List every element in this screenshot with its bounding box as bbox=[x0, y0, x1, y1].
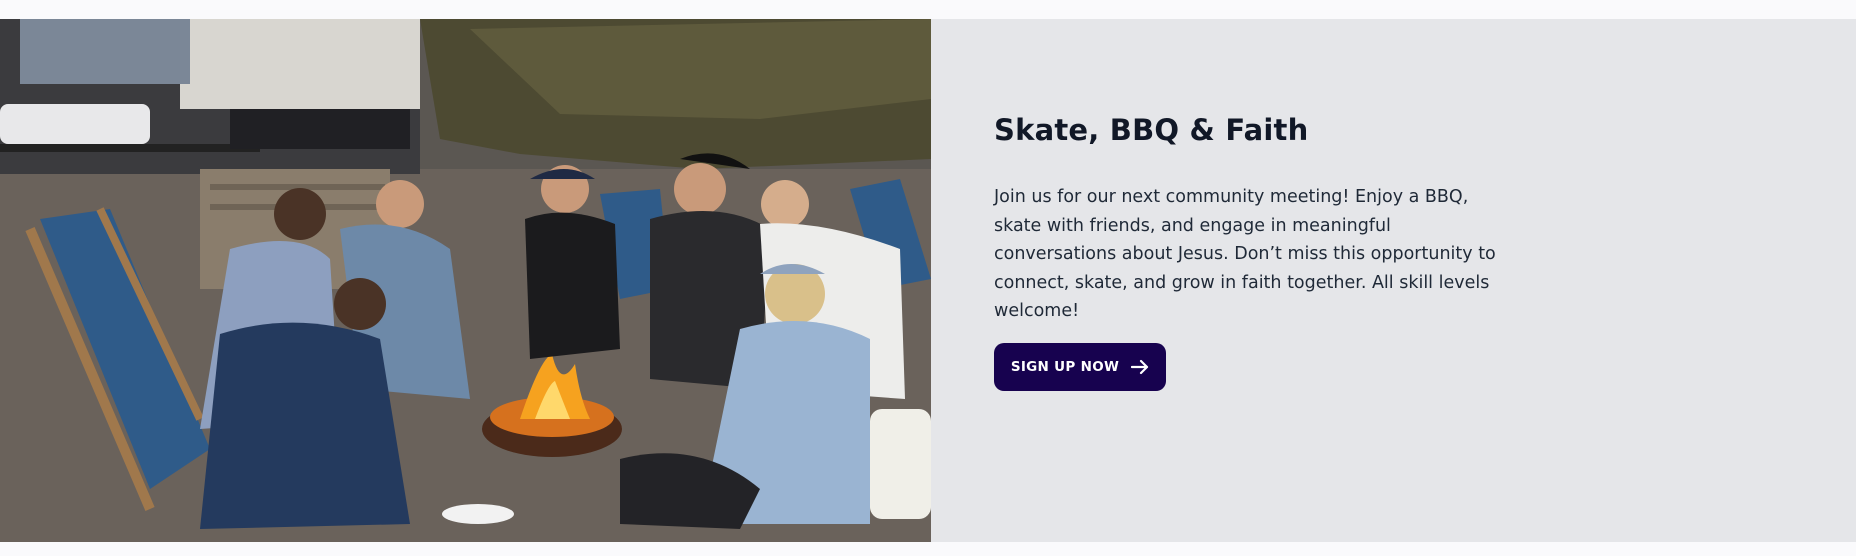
arrow-right-icon bbox=[1131, 359, 1149, 375]
event-promo-section: Skate, BBQ & Faith Join us for our next … bbox=[0, 19, 1856, 542]
event-details-panel: Skate, BBQ & Faith Join us for our next … bbox=[931, 19, 1856, 542]
event-description: Join us for our next community meeting! … bbox=[994, 187, 1496, 321]
campfire-group-image bbox=[0, 19, 931, 542]
sign-up-button-label: SIGN UP NOW bbox=[1010, 359, 1120, 375]
event-title: Skate, BBQ & Faith bbox=[994, 113, 1309, 147]
event-photo bbox=[0, 19, 931, 542]
sign-up-button[interactable]: SIGN UP NOW bbox=[994, 343, 1166, 391]
